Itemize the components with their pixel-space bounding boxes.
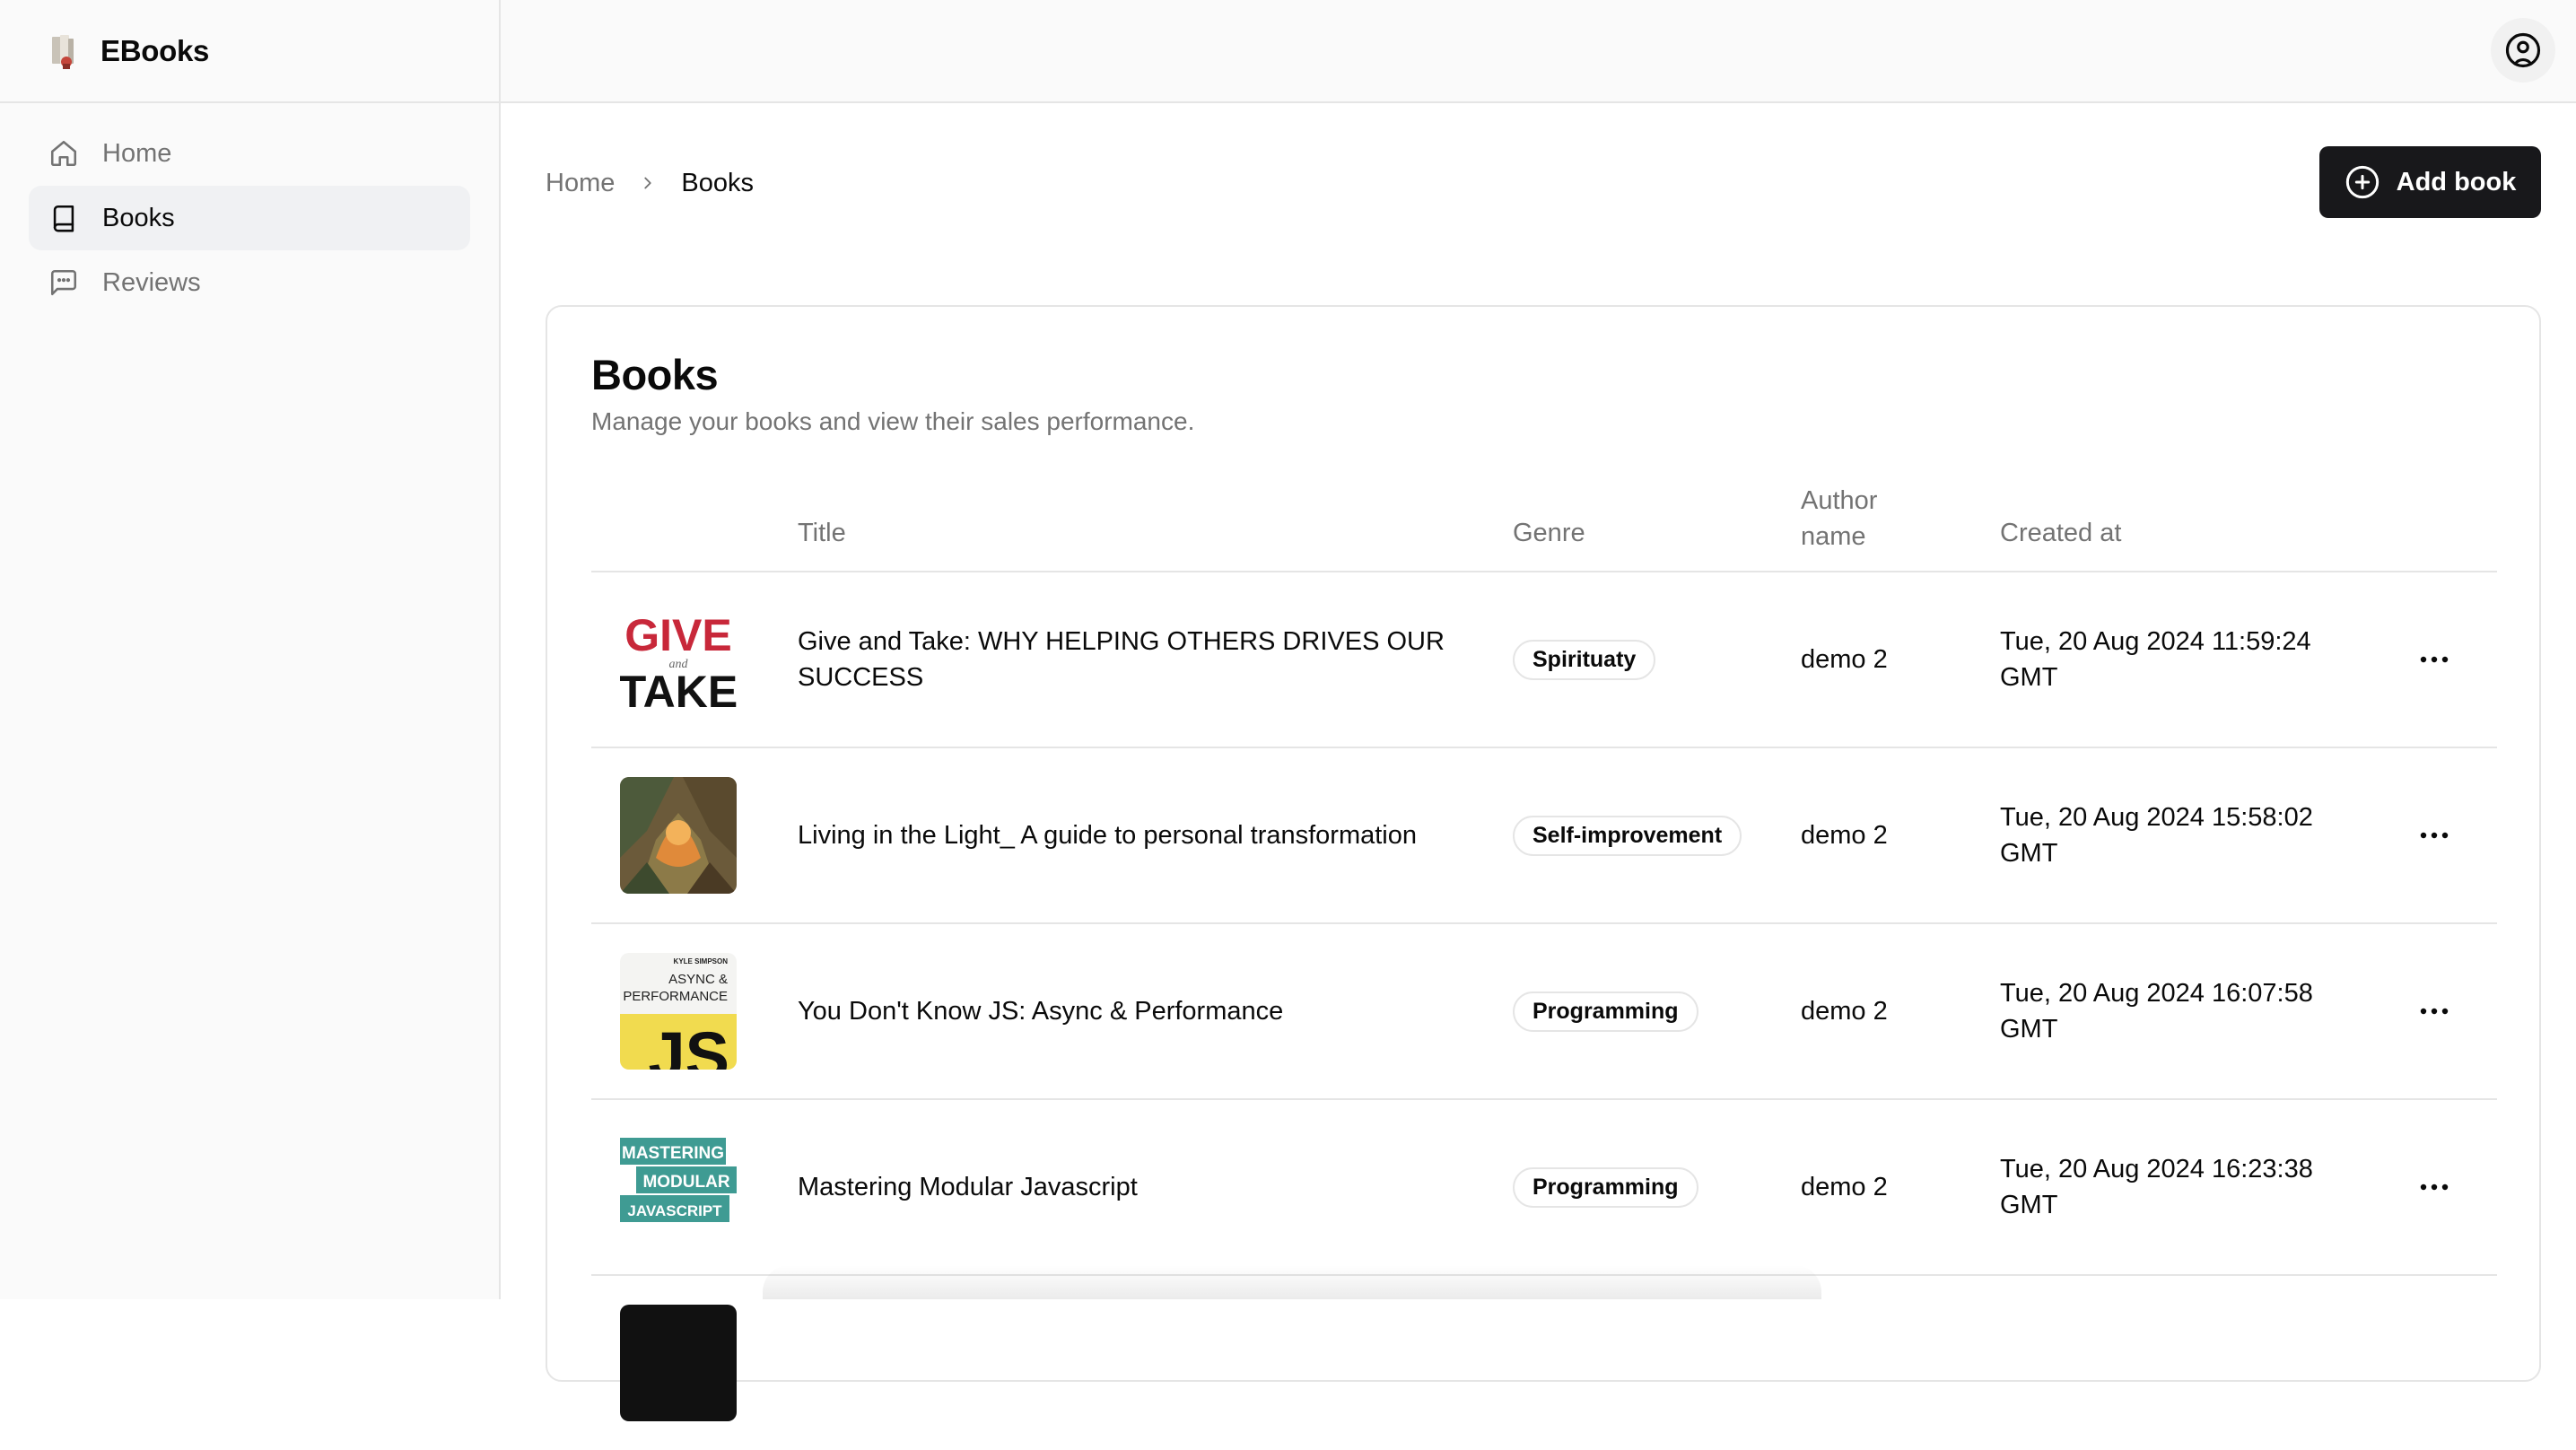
table-row[interactable]: MASTERING MODULAR JAVASCRIPT Mastering M…	[591, 1100, 2497, 1276]
created-at: Tue, 20 Aug 2024 16:23:38 GMT	[2000, 1155, 2313, 1219]
breadcrumb: Home Books	[546, 163, 754, 203]
books-table: Title Genre Author name Created at GIVE …	[591, 477, 2497, 1450]
more-horizontal-icon	[2420, 1184, 2449, 1191]
genre-cell: Spirituaty	[1513, 572, 1656, 747]
cover-text: ASYNC &	[668, 972, 728, 987]
author-name: demo 2	[1801, 996, 1888, 1026]
more-horizontal-icon	[2420, 656, 2449, 663]
genre-cell: Self-improvement	[1513, 748, 1742, 922]
row-actions-button[interactable]	[2414, 993, 2454, 1029]
genre-badge: Programming	[1513, 1166, 1698, 1208]
column-header-author-line2: name	[1801, 522, 1866, 551]
book-title[interactable]: Give and Take: WHY HELPING OTHERS DRIVES…	[798, 572, 1480, 747]
cover-text: PERFORMANCE	[623, 989, 728, 1004]
table-row[interactable]: Living in the Light_ A guide to personal…	[591, 748, 2497, 924]
add-book-label: Add book	[2396, 167, 2517, 197]
more-horizontal-icon	[2420, 1008, 2449, 1015]
author-name: demo 2	[1801, 820, 1888, 850]
message-square-icon	[48, 267, 79, 298]
books-logo-icon	[52, 34, 74, 69]
author-name: demo 2	[1801, 1172, 1888, 1201]
created-at: Tue, 20 Aug 2024 11:59:24 GMT	[2000, 627, 2311, 692]
genre-cell: Programming	[1513, 1100, 1698, 1274]
book-title[interactable]: Living in the Light_ A guide to personal…	[798, 748, 1480, 922]
breadcrumb-home[interactable]: Home	[546, 169, 615, 198]
row-actions-button[interactable]	[2414, 817, 2454, 853]
genre-cell: Programming	[1513, 924, 1698, 1098]
cover-text: MODULAR	[642, 1173, 729, 1192]
row-actions-button[interactable]	[2414, 642, 2454, 677]
book-title[interactable]: You Don't Know JS: Async & Performance	[798, 924, 1480, 1098]
cover-text: GIVE	[624, 610, 731, 660]
app-name: EBooks	[100, 33, 210, 67]
cover-text: JAVASCRIPT	[627, 1202, 722, 1219]
created-at: Tue, 20 Aug 2024 15:58:02 GMT	[2000, 803, 2313, 868]
breadcrumb-current: Books	[681, 168, 754, 197]
column-header-title[interactable]: Title	[798, 519, 846, 548]
table-row[interactable]: GIVE and TAKE Give and Take: WHY HELPING…	[591, 572, 2497, 748]
brand[interactable]: EBooks	[0, 0, 499, 103]
table-header: Title Genre Author name Created at	[591, 477, 2497, 572]
bottom-overlay	[763, 1265, 1821, 1299]
add-book-button[interactable]: Add book	[2319, 146, 2541, 218]
cover-text: TAKE	[620, 667, 737, 717]
table-row[interactable]: KYLE SIMPSON ASYNC & PERFORMANCE JS You …	[591, 924, 2497, 1100]
cover-text: MASTERING	[622, 1144, 724, 1163]
sidebar-item-reviews[interactable]: Reviews	[29, 250, 470, 315]
give-and-take-cover: GIVE and TAKE	[620, 601, 737, 718]
genre-badge: Spirituaty	[1513, 639, 1656, 680]
column-header-created[interactable]: Created at	[2000, 519, 2121, 548]
cover-text: JS	[648, 1018, 729, 1070]
author-name: demo 2	[1801, 644, 1888, 674]
column-header-author[interactable]: Author name	[1801, 483, 1877, 555]
ydkjs-async-cover: KYLE SIMPSON ASYNC & PERFORMANCE JS	[620, 953, 737, 1070]
sidebar-item-label: Books	[102, 203, 175, 232]
book-cover-partial	[620, 1305, 737, 1421]
plus-circle-icon	[2345, 165, 2379, 199]
cover-text: KYLE SIMPSON	[674, 957, 729, 965]
living-in-the-light-cover	[620, 777, 737, 894]
sidebar-item-books[interactable]: Books	[29, 186, 470, 250]
created-at: Tue, 20 Aug 2024 16:07:58 GMT	[2000, 979, 2313, 1044]
more-horizontal-icon	[2420, 832, 2449, 839]
sidebar-item-label: Reviews	[102, 267, 201, 297]
column-header-author-line1: Author	[1801, 486, 1878, 515]
column-header-genre[interactable]: Genre	[1513, 519, 1585, 548]
page-description: Manage your books and view their sales p…	[591, 407, 1195, 435]
book-icon	[48, 203, 79, 233]
sidebar: EBooks Home Books Reviews	[0, 0, 501, 1299]
home-icon	[48, 138, 79, 169]
mastering-modular-js-cover: MASTERING MODULAR JAVASCRIPT	[620, 1129, 737, 1245]
genre-badge: Programming	[1513, 991, 1698, 1032]
sidebar-nav: Home Books Reviews	[0, 103, 499, 315]
books-card: Books Manage your books and view their s…	[546, 305, 2541, 1421]
table-row[interactable]	[591, 1276, 2497, 1450]
page-title: Books	[591, 351, 719, 398]
book-title[interactable]: Mastering Modular Javascript	[798, 1100, 1480, 1274]
sidebar-item-home[interactable]: Home	[29, 121, 470, 186]
user-circle-icon	[2505, 32, 2541, 68]
top-bar	[501, 0, 2576, 103]
chevron-right-icon	[638, 173, 658, 193]
genre-badge: Self-improvement	[1513, 815, 1742, 856]
row-actions-button[interactable]	[2414, 1169, 2454, 1205]
sidebar-item-label: Home	[102, 138, 172, 168]
account-button[interactable]	[2491, 18, 2555, 83]
